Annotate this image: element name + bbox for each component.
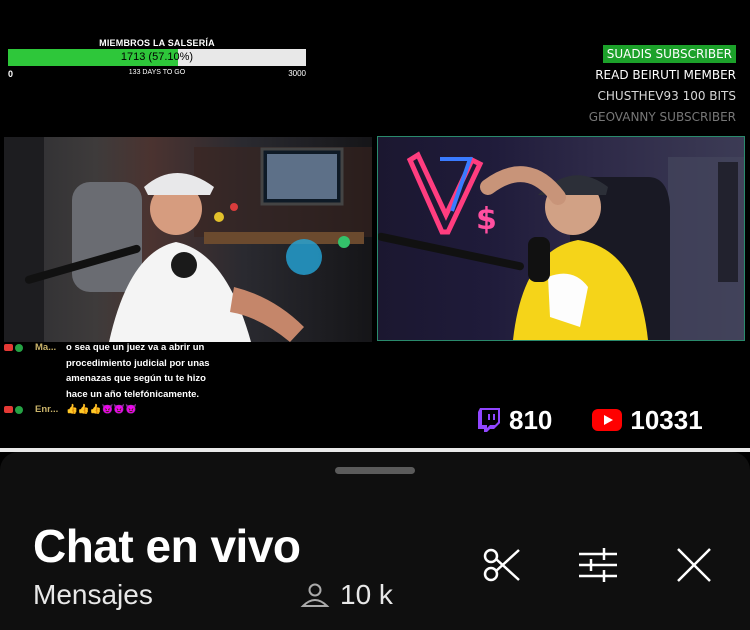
chat-username: Enr... — [35, 404, 59, 415]
panel-title: Chat en vivo — [33, 520, 301, 572]
chat-text: o sea que un juez va a abrir un procedim… — [66, 342, 210, 400]
svg-text:$: $ — [476, 202, 497, 237]
badge-icon — [15, 406, 23, 414]
youtube-icon — [592, 409, 623, 431]
streamer-webcam-right: $ — [377, 136, 745, 341]
goal-max: 3000 — [288, 69, 306, 78]
goal-progress-bar: 1713 (57.10%) — [8, 49, 306, 66]
chat-message: Enr... 👍👍👍😈😈😈 — [4, 402, 224, 418]
scissors-icon[interactable] — [481, 544, 523, 586]
youtube-icon — [4, 406, 13, 413]
stream-chat-overlay: Ma... o sea que un juez va a abrir un pr… — [4, 340, 224, 418]
goal-days-left: 133 DAYS TO GO — [128, 69, 186, 76]
webcam-scene-left — [4, 137, 372, 342]
live-chat-panel: Chat en vivo Mensajes 10 k — [0, 452, 750, 630]
viewer-counts: 810 10331 — [478, 402, 738, 438]
subscriber-goal-widget: MIEMBROS LA SALSERÍA 1713 (57.10%) 0 133… — [8, 38, 306, 79]
twitch-icon — [478, 408, 500, 432]
chat-platform-icons — [4, 406, 23, 414]
close-icon[interactable] — [673, 544, 715, 586]
badge-icon — [15, 344, 23, 352]
youtube-viewer-count: 10331 — [630, 404, 703, 435]
live-stream-video[interactable]: MIEMBROS LA SALSERÍA 1713 (57.10%) 0 133… — [0, 0, 750, 452]
twitch-viewer-count: 810 — [509, 404, 553, 435]
chat-username: Ma... — [35, 342, 57, 353]
goal-title: MIEMBROS LA SALSERÍA — [99, 38, 215, 48]
event-item: CHUSTHEV93 100 BITS — [597, 89, 736, 103]
streamer-webcam-left — [4, 137, 372, 342]
goal-progress-text: 1713 (57.10%) — [120, 51, 194, 63]
sliders-icon[interactable] — [577, 544, 619, 586]
chat-platform-icons — [4, 344, 23, 352]
chat-text: 👍👍👍😈😈😈 — [66, 404, 137, 415]
event-item: SUADIS SUBSCRIBER — [589, 44, 736, 65]
person-icon — [300, 583, 330, 607]
event-item: GEOVANNY SUBSCRIBER — [588, 110, 736, 124]
participant-count: 10 k — [300, 579, 393, 611]
participant-count-value: 10 k — [340, 579, 393, 610]
recent-events-list: SUADIS SUBSCRIBER READ BEIRUTI MEMBER CH… — [589, 44, 736, 128]
chat-message: Ma... o sea que un juez va a abrir un pr… — [4, 340, 224, 402]
webcam-scene-right: $ — [378, 151, 744, 340]
drag-handle[interactable] — [335, 467, 415, 474]
chat-mode-selector[interactable]: Mensajes — [33, 579, 153, 611]
event-item: READ BEIRUTI MEMBER — [595, 68, 736, 82]
youtube-icon — [4, 344, 13, 351]
